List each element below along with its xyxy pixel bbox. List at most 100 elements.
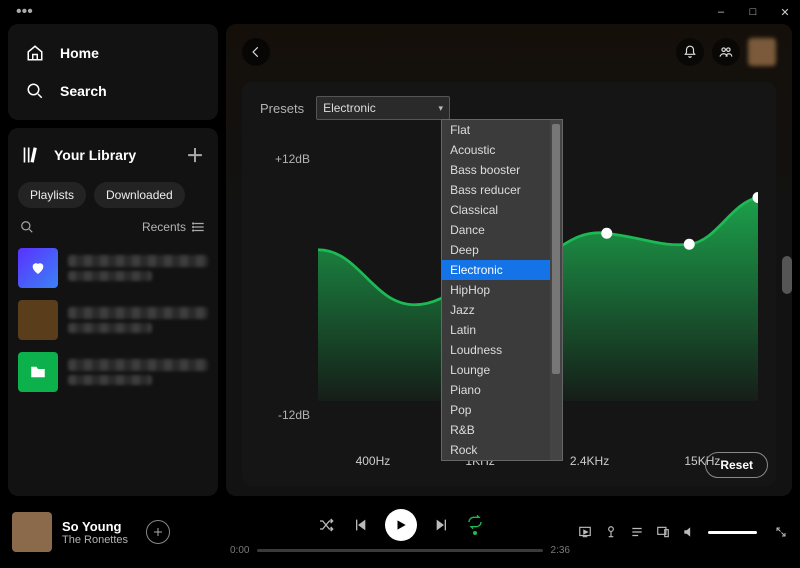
- preset-option[interactable]: Loudness: [442, 340, 550, 360]
- playlist-cover: [18, 248, 58, 288]
- preset-option[interactable]: Electronic: [442, 260, 550, 280]
- repeat-icon: [467, 514, 483, 530]
- repeat-active-dot: [473, 531, 477, 535]
- previous-button[interactable]: [351, 516, 369, 534]
- back-button[interactable]: [242, 38, 270, 66]
- chip-playlists[interactable]: Playlists: [18, 182, 86, 208]
- library-search-icon[interactable]: [20, 220, 34, 234]
- play-icon: [394, 518, 408, 532]
- folder-icon: [29, 363, 47, 381]
- library-add-button[interactable]: ＋: [186, 142, 204, 168]
- blurred-text: [68, 323, 152, 333]
- preset-option[interactable]: Flat: [442, 120, 550, 140]
- library-sort-label: Recents: [142, 220, 186, 234]
- nav-search-label: Search: [60, 83, 107, 99]
- lyrics-button[interactable]: [604, 524, 618, 540]
- now-playing-artist[interactable]: The Ronettes: [62, 534, 128, 546]
- mute-button[interactable]: [682, 524, 696, 540]
- now-playing-view-button[interactable]: [578, 524, 592, 540]
- plus-icon: [152, 526, 164, 538]
- window-close[interactable]: ✕: [776, 3, 794, 21]
- reset-button[interactable]: Reset: [705, 452, 768, 478]
- chevron-left-icon: [249, 45, 263, 59]
- shuffle-icon: [318, 517, 334, 533]
- blurred-text: [68, 307, 208, 319]
- preset-dropdown: FlatAcousticBass boosterBass reducerClas…: [441, 119, 563, 461]
- equalizer-panel: Presets Electronic ▾ FlatAcousticBass bo…: [242, 82, 776, 486]
- preset-option[interactable]: Lounge: [442, 360, 550, 380]
- library-title: Your Library: [54, 147, 136, 163]
- nav-search[interactable]: Search: [16, 72, 210, 110]
- library-icon: [22, 145, 42, 165]
- fullscreen-button[interactable]: [775, 524, 788, 540]
- preset-option[interactable]: Piano: [442, 380, 550, 400]
- repeat-button[interactable]: [467, 514, 483, 535]
- heart-icon: [30, 260, 46, 276]
- preset-option[interactable]: Jazz: [442, 300, 550, 320]
- preset-option[interactable]: Rock: [442, 440, 550, 460]
- user-avatar[interactable]: [748, 38, 776, 66]
- now-playing-cover[interactable]: [12, 512, 52, 552]
- now-playing-title[interactable]: So Young: [62, 519, 128, 534]
- preset-option[interactable]: Deep: [442, 240, 550, 260]
- preset-option[interactable]: Bass reducer: [442, 180, 550, 200]
- blurred-text: [68, 271, 152, 281]
- window-minimize[interactable]: –: [712, 3, 730, 21]
- preset-option[interactable]: HipHop: [442, 280, 550, 300]
- play-button[interactable]: [385, 509, 417, 541]
- skip-back-icon: [352, 517, 368, 533]
- list-icon: [192, 220, 206, 234]
- dropdown-scrollbar[interactable]: [550, 120, 562, 460]
- window-maximize[interactable]: □: [744, 3, 762, 21]
- list-item[interactable]: [18, 248, 208, 288]
- list-item[interactable]: [18, 352, 208, 392]
- skip-forward-icon: [434, 517, 450, 533]
- list-item[interactable]: [18, 300, 208, 340]
- app-menu-dots[interactable]: •••: [6, 4, 33, 20]
- add-to-library-button[interactable]: [146, 520, 170, 544]
- notifications-button[interactable]: [676, 38, 704, 66]
- queue-icon: [630, 525, 644, 539]
- playlist-cover: [18, 300, 58, 340]
- next-button[interactable]: [433, 516, 451, 534]
- mic-icon: [604, 525, 618, 539]
- preset-selected-value: Electronic: [323, 101, 376, 115]
- dropdown-scrollbar-thumb[interactable]: [552, 124, 560, 374]
- library-sort[interactable]: Recents: [142, 220, 206, 234]
- chevron-down-icon: ▾: [439, 103, 444, 114]
- blurred-text: [68, 359, 208, 371]
- preset-option[interactable]: Classical: [442, 200, 550, 220]
- bell-icon: [683, 45, 697, 59]
- preset-option[interactable]: Dance: [442, 220, 550, 240]
- preset-option[interactable]: Pop: [442, 400, 550, 420]
- total-time: 2:36: [551, 545, 570, 556]
- eq-y-label: -12dB: [278, 408, 310, 422]
- preset-select[interactable]: Electronic ▾ FlatAcousticBass boosterBas…: [316, 96, 450, 120]
- chip-downloaded[interactable]: Downloaded: [94, 182, 185, 208]
- connect-device-button[interactable]: [656, 524, 670, 540]
- queue-button[interactable]: [630, 524, 644, 540]
- expand-icon: [775, 526, 787, 538]
- home-icon: [26, 44, 44, 62]
- nav-home[interactable]: Home: [16, 34, 210, 72]
- playlist-cover: [18, 352, 58, 392]
- preset-option[interactable]: Latin: [442, 320, 550, 340]
- eq-x-label: 400Hz: [356, 454, 391, 468]
- device-icon: [656, 525, 670, 539]
- preset-option[interactable]: R&B: [442, 420, 550, 440]
- volume-slider[interactable]: [708, 531, 757, 534]
- now-playing-icon: [578, 525, 592, 539]
- shuffle-button[interactable]: [317, 516, 335, 534]
- friends-button[interactable]: [712, 38, 740, 66]
- people-icon: [719, 45, 733, 59]
- preset-option[interactable]: Bass booster: [442, 160, 550, 180]
- search-icon: [26, 82, 44, 100]
- volume-icon: [682, 525, 696, 539]
- main-scrollbar-thumb[interactable]: [782, 256, 792, 294]
- blurred-text: [68, 375, 152, 385]
- preset-option[interactable]: Acoustic: [442, 140, 550, 160]
- eq-x-label: 2.4KHz: [570, 454, 609, 468]
- nav-home-label: Home: [60, 45, 99, 61]
- main-scrollbar[interactable]: [782, 94, 792, 294]
- progress-bar[interactable]: [257, 549, 542, 552]
